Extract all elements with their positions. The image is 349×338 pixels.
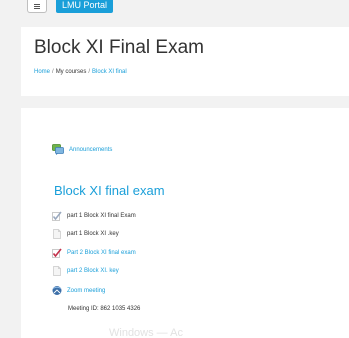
file-icon bbox=[52, 266, 62, 276]
activity-item-part2-key[interactable]: part 2 Block XI. key bbox=[52, 266, 119, 276]
page-header: Block XI Final Exam Home / My courses / Bloc… bbox=[21, 27, 349, 96]
breadcrumb-my-courses: My courses bbox=[55, 69, 87, 75]
course-content: Announcements Block XI final exam part 1… bbox=[21, 108, 349, 338]
top-navbar: LMU Portal bbox=[0, 0, 349, 18]
quiz-icon bbox=[52, 211, 62, 221]
hamburger-icon bbox=[34, 3, 40, 9]
breadcrumb: Home / My courses / Block XI final bbox=[34, 69, 127, 75]
section-title: Block XI final exam bbox=[54, 183, 165, 198]
activity-item-part1-exam[interactable]: part 1 Block XI final Exam bbox=[52, 211, 136, 221]
meeting-id-text: Meeting ID: 862 1035 4326 bbox=[68, 306, 141, 312]
windows-activation-watermark: Windows — Ac bbox=[109, 327, 183, 338]
page-title: Block XI Final Exam bbox=[34, 37, 204, 58]
lmu-portal-button[interactable]: LMU Portal bbox=[56, 0, 114, 13]
menu-toggle-button[interactable] bbox=[27, 0, 47, 13]
activity-link[interactable]: part 2 Block XI. key bbox=[67, 268, 119, 274]
activity-label[interactable]: part 1 Block XI final Exam bbox=[67, 213, 136, 219]
announcements-item[interactable]: Announcements bbox=[52, 144, 112, 155]
activity-link[interactable]: Zoom meeting bbox=[67, 288, 105, 294]
breadcrumb-course-link[interactable]: Block XI final bbox=[92, 69, 127, 75]
file-icon bbox=[52, 229, 62, 239]
page: LMU Portal Block XI Final Exam Home / My c… bbox=[0, 0, 349, 338]
activity-item-part1-key[interactable]: part 1 Block XI .key bbox=[52, 229, 119, 239]
activity-link[interactable]: Part 2 Block XI final exam bbox=[67, 250, 136, 256]
zoom-icon bbox=[52, 285, 62, 296]
quiz-icon bbox=[52, 248, 62, 258]
forum-icon bbox=[52, 144, 64, 155]
breadcrumb-home-link[interactable]: Home bbox=[34, 69, 50, 75]
activity-label[interactable]: part 1 Block XI .key bbox=[67, 231, 119, 237]
announcements-link[interactable]: Announcements bbox=[69, 147, 112, 153]
activity-item-part2-exam[interactable]: Part 2 Block XI final exam bbox=[52, 248, 136, 258]
activity-item-zoom[interactable]: Zoom meeting bbox=[52, 285, 105, 296]
